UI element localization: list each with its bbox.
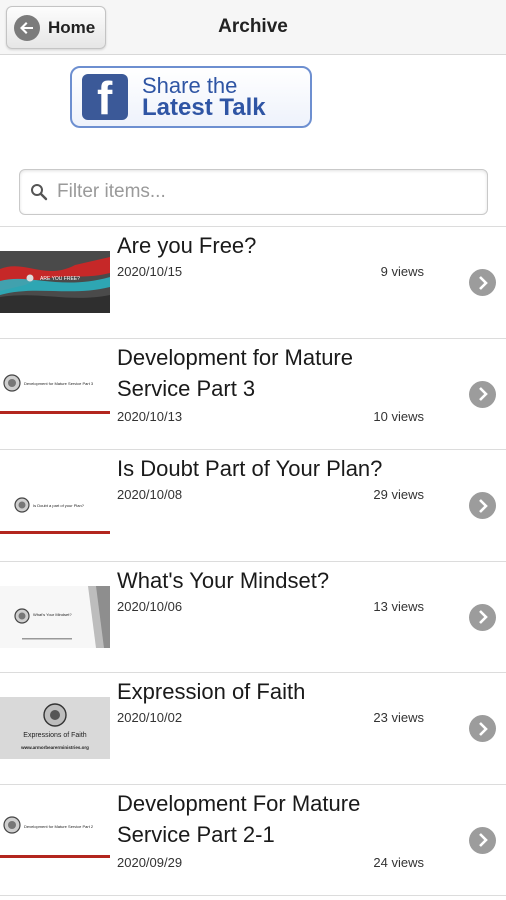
list-item[interactable]: ARE YOU FREE? Are you Free? 2020/10/15 9… <box>0 227 506 339</box>
item-views: 13 views <box>373 598 424 614</box>
chevron-right-icon[interactable] <box>469 603 496 631</box>
item-date: 2020/10/15 <box>117 264 183 279</box>
item-title: What's Your Mindset? <box>117 567 330 593</box>
item-date: 2020/10/08 <box>117 487 183 502</box>
top-bar: Home Archive <box>0 0 506 55</box>
item-date: 2020/10/02 <box>117 710 183 725</box>
thumb-caption: Expressions of Faith <box>23 732 87 739</box>
talk-thumbnail: ARE YOU FREE? <box>0 251 110 313</box>
item-views: 29 views <box>373 487 424 502</box>
chevron-right-icon[interactable] <box>469 715 496 742</box>
share-line-2: Latest Talk <box>142 94 266 121</box>
filter-input[interactable] <box>57 181 457 203</box>
item-title: Is Doubt Part of Your Plan? <box>117 456 383 481</box>
thumb-caption: ARE YOU FREE? <box>40 276 80 282</box>
chevron-right-icon[interactable] <box>469 380 496 408</box>
page-title: Archive <box>218 16 288 37</box>
item-title: Development For Mature Service Part 2-1 <box>117 790 361 847</box>
item-views: 9 views <box>380 264 424 279</box>
talk-thumbnail: Development for Mature Service Part 3 <box>0 362 110 425</box>
item-views: 24 views <box>373 854 424 870</box>
thumb-caption: Is Doubt a part of your Plan? <box>33 503 85 508</box>
thumb-url: www.armorbearerministries.org <box>20 745 89 750</box>
item-title: Are you Free? <box>117 233 257 258</box>
thumb-caption: Development for Mature Service Part 2 <box>24 824 94 829</box>
talk-thumbnail: Is Doubt a part of your Plan? <box>0 474 110 536</box>
chevron-right-icon[interactable] <box>469 492 496 519</box>
filter-bar <box>19 169 488 215</box>
item-title: Development for Mature Service Part 3 <box>117 344 353 401</box>
item-date: 2020/10/06 <box>117 598 183 614</box>
search-icon <box>31 184 48 201</box>
item-date: 2020/10/13 <box>117 408 183 424</box>
thumb-caption: What's Your Mindset? <box>33 612 72 617</box>
facebook-icon: f <box>82 74 128 120</box>
list-item[interactable]: Expressions of Faith www.armorbearermini… <box>0 673 506 785</box>
chevron-right-icon[interactable] <box>469 269 496 296</box>
list-item[interactable]: Is Doubt a part of your Plan? Is Doubt P… <box>0 450 506 562</box>
list-item[interactable]: What's Your Mindset? What's Your Mindset… <box>0 561 506 673</box>
chevron-right-icon[interactable] <box>469 826 496 854</box>
list-item[interactable]: Development for Mature Service Part 2 De… <box>0 784 506 896</box>
talk-thumbnail: Development for Mature Service Part 2 <box>0 808 110 871</box>
facebook-share-button[interactable]: f Share the Latest Talk <box>70 66 312 128</box>
item-views: 23 views <box>373 710 424 725</box>
item-date: 2020/09/29 <box>117 854 183 870</box>
item-views: 10 views <box>373 408 424 424</box>
item-title: Expression of Faith <box>117 679 306 704</box>
talk-thumbnail: What's Your Mindset? <box>0 585 110 648</box>
archive-list: ARE YOU FREE? Are you Free? 2020/10/15 9… <box>0 226 506 896</box>
thumb-caption: Development for Mature Service Part 3 <box>24 381 94 386</box>
talk-thumbnail: Expressions of Faith www.armorbearermini… <box>0 697 110 759</box>
list-item[interactable]: Development for Mature Service Part 3 De… <box>0 338 506 450</box>
